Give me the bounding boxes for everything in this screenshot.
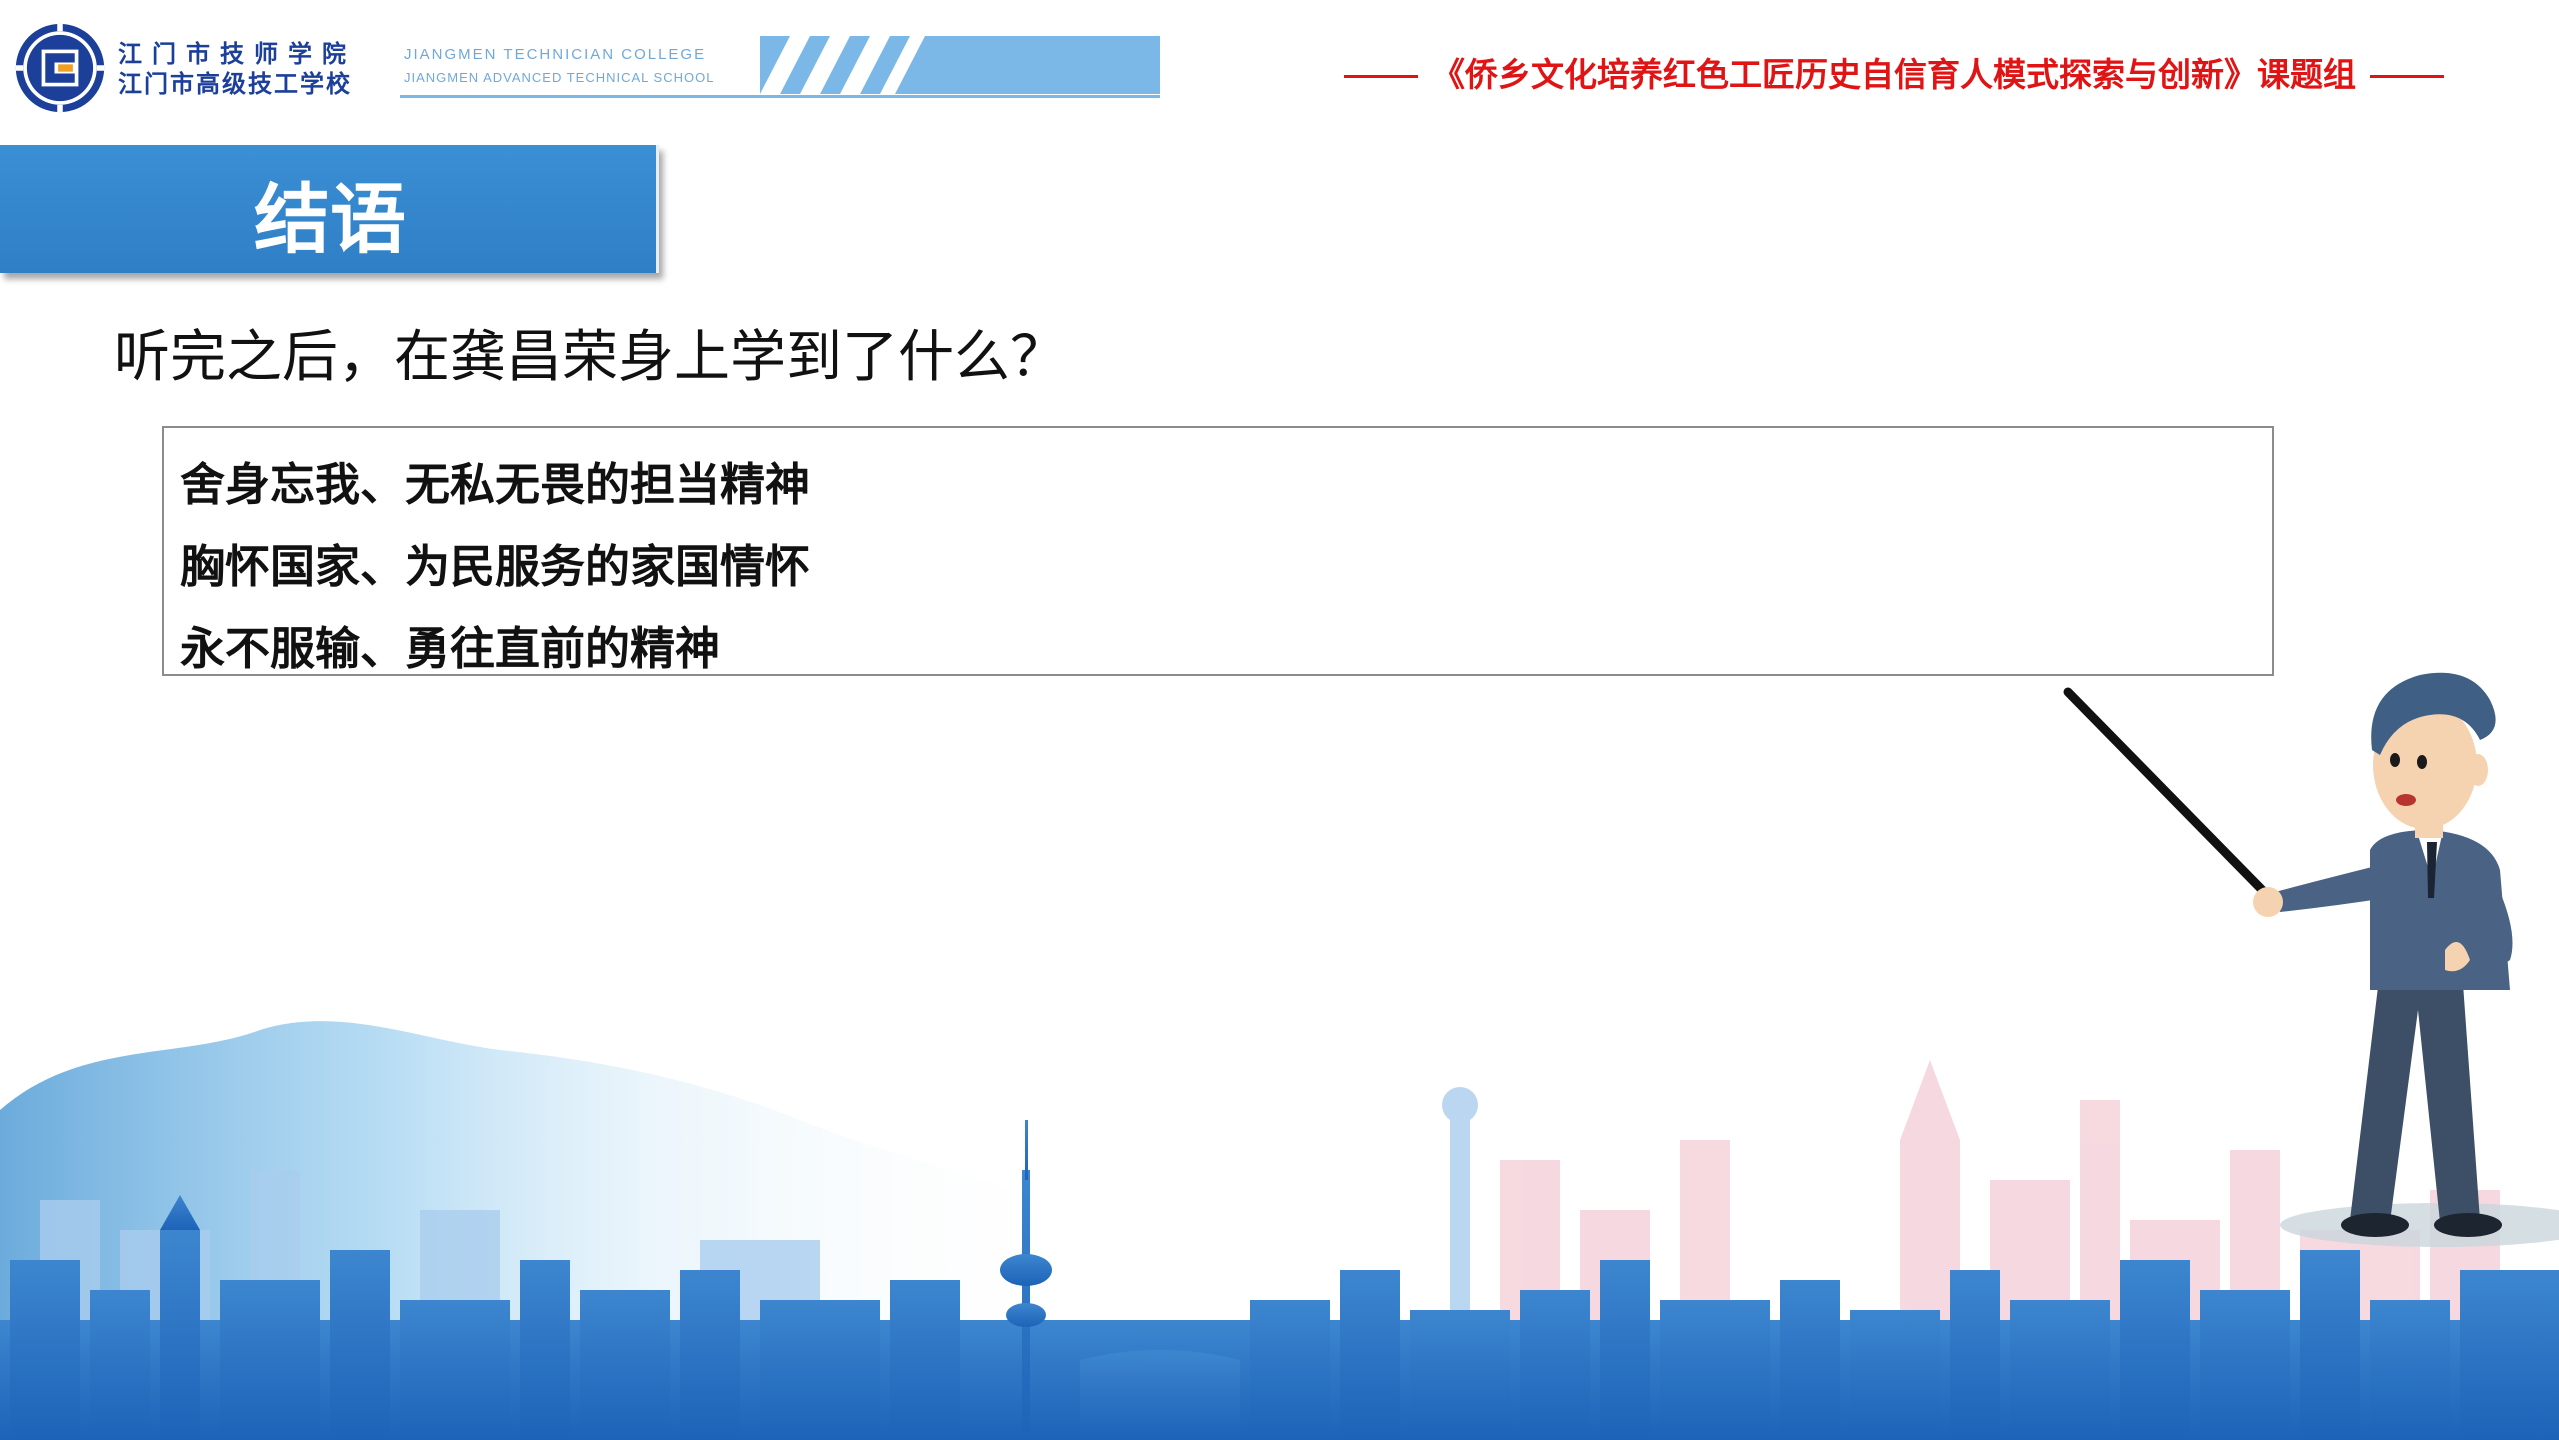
project-title: 《侨乡文化培养红色工匠历史自信育人模式探索与创新》课题组 — [1330, 48, 2458, 96]
title-dash-left — [1344, 75, 1418, 78]
answer-item: 舍身忘我、无私无畏的担当精神 — [180, 458, 811, 511]
question-text: 听完之后，在龚昌荣身上学到了什么？ — [114, 325, 1066, 390]
school-name-en-secondary: JIANGMEN ADVANCED TECHNICAL SCHOOL — [404, 70, 715, 85]
school-logo-icon — [15, 23, 105, 113]
school-name-en: JIANGMEN TECHNICIAN COLLEGE — [404, 46, 707, 63]
school-name-cn-secondary: 江门市高级技工学校 — [118, 69, 352, 98]
header-underline — [400, 95, 1160, 98]
answer-item: 胸怀国家、为民服务的家国情怀 — [180, 540, 811, 593]
project-title-text: 《侨乡文化培养红色工匠历史自信育人模式探索与创新》课题组 — [1432, 55, 2356, 94]
title-dash-right — [2370, 75, 2444, 78]
answer-item: 永不服输、勇往直前的精神 — [180, 622, 721, 675]
header-stripes — [760, 36, 925, 94]
teacher-with-pointer-illustration — [2063, 672, 2559, 1247]
section-title: 结语 — [254, 175, 406, 264]
